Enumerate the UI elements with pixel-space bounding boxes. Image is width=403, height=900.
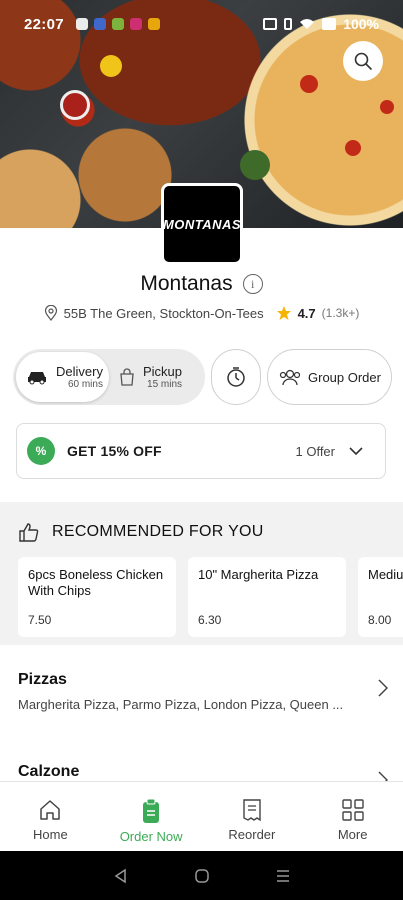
android-icon bbox=[111, 18, 124, 30]
back-icon[interactable] bbox=[113, 868, 129, 884]
vpn-icon bbox=[263, 18, 278, 30]
search-icon bbox=[354, 52, 372, 70]
instagram-icon bbox=[129, 18, 142, 30]
battery-saver-icon bbox=[322, 18, 337, 30]
shop-name: Montanas bbox=[140, 272, 233, 295]
logo-text: MONTANAS bbox=[162, 216, 242, 232]
item-price: 6.30 bbox=[198, 613, 222, 627]
delivery-time: 60 mins bbox=[67, 379, 103, 390]
offer-title: GET 15% OFF bbox=[67, 443, 162, 459]
offer-card[interactable]: % GET 15% OFF 1 Offer bbox=[16, 423, 386, 479]
recommended-item[interactable]: 10" Margherita Pizza 6.30 bbox=[188, 557, 346, 637]
nav-label: Reorder bbox=[228, 827, 276, 842]
item-price: 7.50 bbox=[28, 613, 52, 627]
order-bag-icon bbox=[143, 798, 160, 823]
chrome-icon bbox=[147, 18, 160, 30]
bottom-navigation: Home Order Now Reorder More bbox=[0, 781, 403, 851]
rating-value: 4.7 bbox=[297, 305, 316, 321]
nav-label: More bbox=[337, 827, 368, 842]
category-pizzas[interactable]: Pizzas Margherita Pizza, Parmo Pizza, Lo… bbox=[18, 671, 388, 712]
recents-icon[interactable] bbox=[275, 868, 291, 884]
rating-count: (1.3k+) bbox=[321, 306, 360, 320]
shopping-bag-icon bbox=[120, 368, 134, 386]
stopwatch-icon bbox=[227, 367, 245, 387]
recommended-section: RECOMMENDED FOR YOU 6pcs Boneless Chicke… bbox=[0, 502, 403, 645]
nav-more[interactable]: More bbox=[302, 782, 403, 851]
nav-label: Order Now bbox=[119, 829, 183, 844]
battery-percent: 100% bbox=[343, 16, 379, 32]
category-title: Pizzas bbox=[18, 671, 67, 688]
category-title: Calzone bbox=[18, 763, 80, 780]
shop-address: 55B The Green, Stockton-On-Tees bbox=[63, 305, 264, 321]
search-button[interactable] bbox=[343, 41, 383, 81]
status-bar: 22:07 100% bbox=[0, 0, 403, 48]
group-order-label: Group Order bbox=[308, 369, 381, 385]
nav-reorder[interactable]: Reorder bbox=[202, 782, 303, 851]
item-name: 10" Margherita Pizza bbox=[198, 567, 319, 582]
grid-icon bbox=[341, 799, 364, 821]
offer-count: 1 Offer bbox=[295, 443, 335, 459]
delivery-option[interactable]: Delivery 60 mins bbox=[16, 352, 109, 402]
info-icon[interactable]: i bbox=[242, 274, 263, 294]
shop-title-row: Montanas i bbox=[0, 272, 403, 296]
item-name: 6pcs Boneless Chicken With Chips bbox=[28, 567, 164, 598]
discount-badge-icon: % bbox=[27, 437, 55, 465]
system-navigation-bar bbox=[0, 851, 403, 900]
delivery-label: Delivery bbox=[56, 364, 103, 379]
pickup-label: Pickup bbox=[143, 364, 183, 379]
address-row: 55B The Green, Stockton-On-Tees 4.7 (1.3… bbox=[0, 305, 403, 321]
group-order-button[interactable]: Group Order bbox=[267, 349, 392, 405]
pickup-option[interactable]: Pickup 15 mins bbox=[109, 352, 202, 402]
wifi-icon bbox=[300, 19, 315, 29]
settings-icon bbox=[75, 18, 88, 30]
restaurant-logo: MONTANAS bbox=[161, 183, 243, 265]
car-icon bbox=[28, 372, 46, 385]
system-status: 100% bbox=[263, 16, 379, 32]
item-price: 8.00 bbox=[368, 613, 392, 627]
pickup-time: 15 mins bbox=[147, 379, 183, 390]
vibrate-icon bbox=[284, 18, 293, 30]
chevron-right-icon bbox=[378, 679, 388, 697]
star-icon bbox=[276, 306, 291, 320]
home-circle-icon[interactable] bbox=[194, 868, 210, 884]
nav-home[interactable]: Home bbox=[0, 782, 101, 851]
location-pin-icon bbox=[44, 305, 57, 321]
schedule-button[interactable] bbox=[211, 349, 261, 405]
item-name: Medium Parmo bbox=[368, 567, 403, 582]
recommended-item[interactable]: Medium Parmo 8.00 bbox=[358, 557, 403, 637]
category-items: Margherita Pizza, Parmo Pizza, London Pi… bbox=[18, 697, 344, 712]
chevron-down-icon bbox=[349, 447, 363, 456]
nav-label: Home bbox=[33, 827, 68, 842]
group-icon bbox=[279, 369, 301, 386]
nav-order-now[interactable]: Order Now bbox=[101, 782, 202, 851]
status-time: 22:07 bbox=[24, 15, 64, 33]
receipt-icon bbox=[243, 799, 261, 822]
recommended-header: RECOMMENDED FOR YOU bbox=[18, 522, 264, 542]
recommended-title: RECOMMENDED FOR YOU bbox=[52, 523, 264, 540]
recommended-list: 6pcs Boneless Chicken With Chips 7.50 10… bbox=[18, 557, 403, 637]
app-icon bbox=[93, 18, 106, 30]
thumbs-up-icon bbox=[19, 523, 39, 542]
delivery-pickup-toggle: Delivery 60 mins Pickup 15 mins bbox=[13, 349, 205, 405]
category-calzone[interactable]: Calzone bbox=[18, 763, 388, 789]
notification-icons bbox=[75, 18, 160, 30]
recommended-item[interactable]: 6pcs Boneless Chicken With Chips 7.50 bbox=[18, 557, 176, 637]
home-icon bbox=[40, 800, 61, 820]
